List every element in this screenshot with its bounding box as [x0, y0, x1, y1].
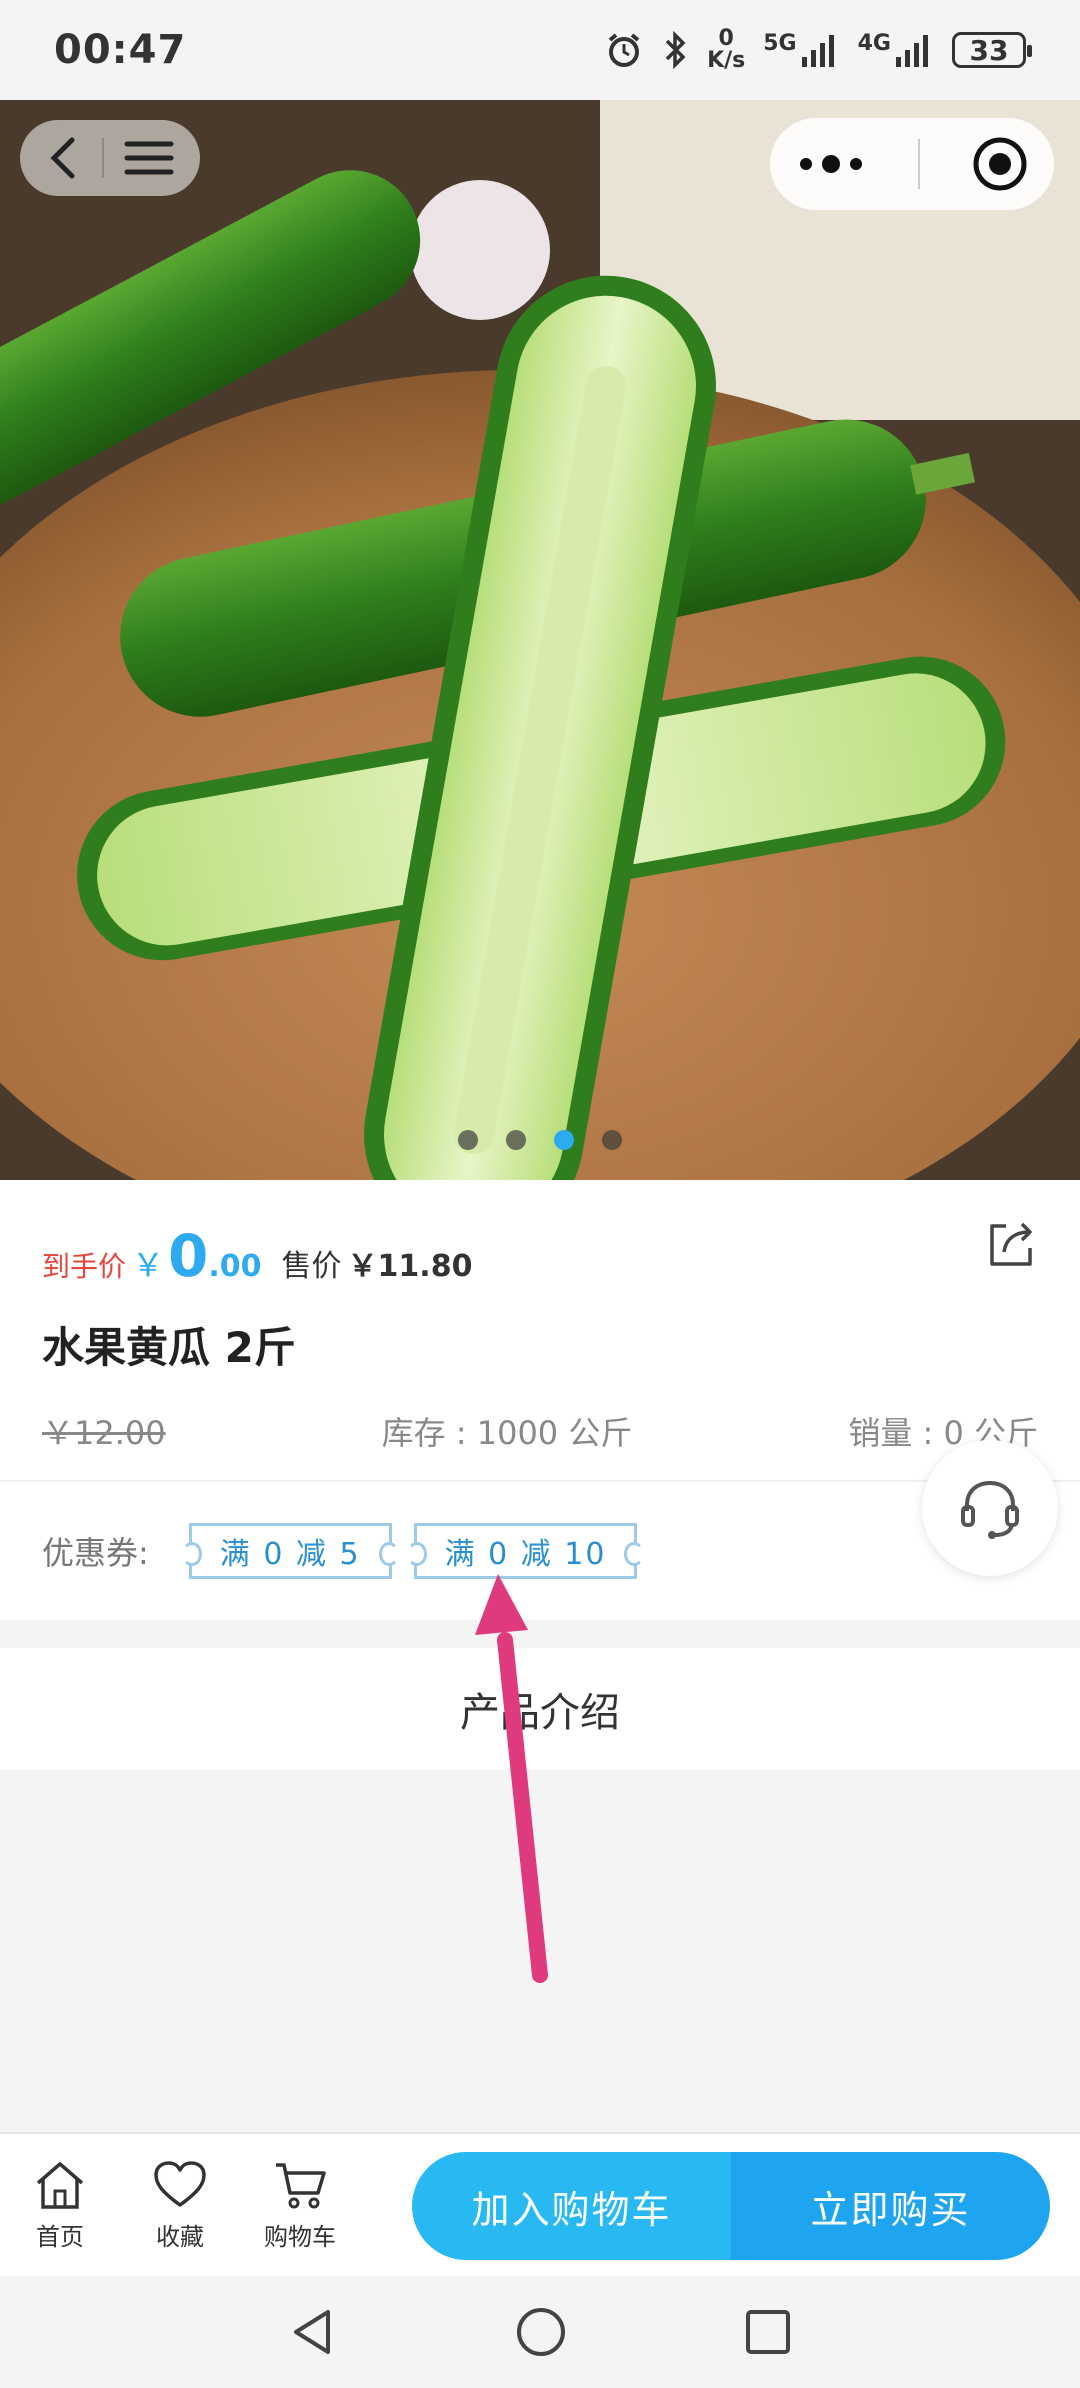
carousel-indicator — [0, 1130, 1080, 1150]
nav-back-icon[interactable] — [288, 2307, 338, 2357]
tab-cart[interactable]: 购物车 — [240, 2159, 360, 2252]
add-to-cart-button[interactable]: 加入购物车 — [412, 2152, 731, 2260]
net-speed: 0 K/s — [707, 26, 746, 73]
deal-price-currency: ￥ — [132, 1246, 165, 1284]
bluetooth-icon — [665, 31, 686, 69]
buy-now-button[interactable]: 立即购买 — [731, 2152, 1050, 2260]
coupon-label: 优惠券: — [42, 1534, 149, 1572]
carousel-dot[interactable] — [458, 1130, 478, 1150]
carousel-dot[interactable] — [602, 1130, 622, 1150]
tab-label: 收藏 — [156, 2222, 204, 2251]
alarm-icon — [608, 33, 640, 67]
stock-info: 库存 : 1000 公斤 — [381, 1414, 633, 1452]
nav-recents-icon[interactable] — [744, 2308, 792, 2356]
product-info-card: 到手价 ￥ 0 .00 售价 ￥11.80 水果黄瓜 2斤 ￥12.00 库存 … — [0, 1180, 1080, 1480]
carousel-dot[interactable] — [506, 1130, 526, 1150]
tab-label: 购物车 — [264, 2222, 336, 2251]
miniprogram-capsule — [770, 118, 1054, 210]
bottom-action-bar: 首页 收藏 购物车 加入购物车 立即购买 — [0, 2132, 1080, 2276]
product-image-carousel[interactable] — [0, 100, 1080, 1180]
battery-indicator: 33 — [952, 32, 1032, 68]
back-arrow-icon[interactable] — [46, 136, 82, 180]
status-time: 00:47 — [54, 27, 187, 73]
nav-capsule-left — [20, 120, 200, 196]
capsule-divider — [918, 139, 920, 189]
status-icons: 0 K/s 5G 4G 33 — [605, 26, 1032, 73]
headset-icon — [961, 1480, 1019, 1539]
status-bar: 00:47 0 K/s 5G 4G 33 — [0, 0, 1080, 100]
menu-icon[interactable] — [124, 138, 174, 178]
capsule-divider — [102, 138, 104, 178]
purchase-buttons: 加入购物车 立即购买 — [412, 2152, 1050, 2260]
original-price: ￥12.00 — [42, 1414, 166, 1452]
carousel-dot[interactable] — [554, 1130, 574, 1150]
cart-icon — [276, 2162, 326, 2208]
coupon-item[interactable]: 满 0 减 10 — [406, 1523, 645, 1579]
product-intro-section[interactable]: 产品介绍 — [0, 1648, 1080, 1770]
signal-4g: 4G — [858, 33, 934, 67]
signal-5g: 5G — [763, 33, 839, 67]
product-title: 水果黄瓜 2斤 — [42, 1323, 296, 1372]
tab-favorite[interactable]: 收藏 — [120, 2159, 240, 2252]
coupon-row: 优惠券: 满 0 减 5 满 0 减 10 — [0, 1480, 1080, 1620]
deal-price-integer: 0 — [168, 1222, 209, 1290]
more-options-icon[interactable] — [796, 154, 866, 174]
android-nav-bar — [0, 2276, 1080, 2388]
tab-home[interactable]: 首页 — [0, 2159, 120, 2252]
heart-icon — [154, 2160, 206, 2207]
home-icon — [36, 2161, 84, 2209]
sale-price: ￥11.80 — [347, 1249, 473, 1284]
deal-price-decimal: .00 — [208, 1249, 262, 1284]
coupon-item[interactable]: 满 0 减 5 — [181, 1523, 399, 1579]
sale-price-label: 售价 — [281, 1249, 342, 1284]
share-icon[interactable] — [984, 1216, 1038, 1270]
product-intro-title: 产品介绍 — [460, 1690, 620, 1736]
tab-label: 首页 — [36, 2222, 84, 2251]
product-meta-row: ￥12.00 库存 : 1000 公斤 销量 : 0 公斤 — [42, 1408, 1038, 1454]
product-photo — [0, 100, 1080, 1180]
deal-price-label: 到手价 — [42, 1250, 127, 1283]
customer-service-button[interactable] — [922, 1440, 1058, 1576]
price-row: 到手价 ￥ 0 .00 售价 ￥11.80 — [42, 1222, 472, 1290]
nav-home-icon[interactable] — [515, 2306, 567, 2358]
close-miniprogram-icon[interactable] — [972, 136, 1028, 192]
